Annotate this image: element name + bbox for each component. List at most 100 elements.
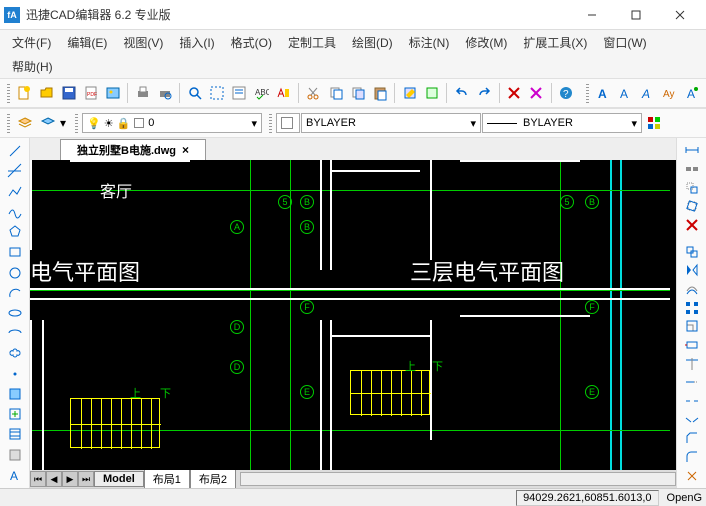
color-combo[interactable] <box>276 113 300 133</box>
pdf-button[interactable]: PDF <box>80 82 101 104</box>
menu-ext[interactable]: 扩展工具(X) <box>517 32 593 53</box>
region-button[interactable] <box>4 446 26 464</box>
print-button[interactable] <box>132 82 153 104</box>
menu-edit[interactable]: 编辑(E) <box>61 32 113 53</box>
text-button[interactable]: A <box>4 466 26 484</box>
maximize-button[interactable] <box>614 0 658 30</box>
print-preview-button[interactable] <box>154 82 175 104</box>
edit2-button[interactable] <box>421 82 442 104</box>
sheet-tab-layout2[interactable]: 布局2 <box>190 469 236 488</box>
edit-button[interactable] <box>399 82 420 104</box>
sheet-tab-layout1[interactable]: 布局1 <box>144 469 190 488</box>
delete-button[interactable] <box>503 82 524 104</box>
paste-button[interactable] <box>369 82 390 104</box>
hscrollbar[interactable] <box>240 472 676 486</box>
rectangle-button[interactable] <box>4 243 26 261</box>
grip-icon[interactable] <box>586 83 589 103</box>
ellipse-button[interactable] <box>4 304 26 322</box>
text-a3-button[interactable]: A <box>637 82 658 104</box>
spline-button[interactable] <box>4 203 26 221</box>
menu-window[interactable]: 窗口(W) <box>597 32 652 53</box>
image-button[interactable] <box>102 82 123 104</box>
minimize-button[interactable] <box>570 0 614 30</box>
sheet-last-button[interactable]: ⏭ <box>78 471 94 487</box>
new-button[interactable] <box>14 82 35 104</box>
layer-manager-button[interactable] <box>14 112 36 134</box>
polygon-button[interactable] <box>4 223 26 241</box>
block-button[interactable] <box>4 385 26 403</box>
spell-button[interactable]: ABC <box>251 82 272 104</box>
sheet-prev-button[interactable]: ◀ <box>46 471 62 487</box>
text-a4-button[interactable]: A <box>681 82 702 104</box>
save-button[interactable] <box>58 82 79 104</box>
attach-button[interactable] <box>681 161 703 178</box>
linetype-combo[interactable]: BYLAYER ▾ <box>301 113 481 133</box>
menu-help[interactable]: 帮助(H) <box>6 56 59 77</box>
xline-button[interactable] <box>4 162 26 180</box>
extend-button[interactable] <box>681 374 703 391</box>
text-a1-button[interactable]: A <box>593 82 614 104</box>
grip-icon[interactable] <box>7 113 10 133</box>
help-button[interactable]: ? <box>556 82 577 104</box>
scale-button[interactable] <box>681 318 703 335</box>
layer-states-button[interactable] <box>37 112 59 134</box>
menu-custom[interactable]: 定制工具 <box>282 32 342 53</box>
cut-button[interactable] <box>303 82 324 104</box>
drawing-canvas[interactable]: A 5 B B 5 B D F F D E E 客厅 电气平面图 三层电气平面图… <box>30 160 676 470</box>
ellipse-arc-button[interactable] <box>4 324 26 342</box>
sheet-first-button[interactable]: ⏮ <box>30 471 46 487</box>
join-button[interactable] <box>681 411 703 428</box>
move-button[interactable] <box>681 179 703 196</box>
line-button[interactable] <box>4 142 26 160</box>
menu-modify[interactable]: 修改(M) <box>459 32 513 53</box>
fillet-button[interactable] <box>681 449 703 466</box>
trim-button[interactable] <box>681 355 703 372</box>
redo-button[interactable] <box>473 82 494 104</box>
rotate-button[interactable] <box>681 198 703 215</box>
menu-dim[interactable]: 标注(N) <box>403 32 456 53</box>
open-button[interactable] <box>36 82 57 104</box>
sheet-tab-model[interactable]: Model <box>94 471 144 487</box>
break-button[interactable] <box>681 393 703 410</box>
close-button[interactable] <box>658 0 702 30</box>
undo-button[interactable] <box>451 82 472 104</box>
properties-button[interactable] <box>229 82 250 104</box>
lineweight-combo[interactable]: BYLAYER ▾ <box>482 113 642 133</box>
sheet-next-button[interactable]: ▶ <box>62 471 78 487</box>
stretch-button[interactable] <box>681 337 703 354</box>
menu-format[interactable]: 格式(O) <box>225 32 278 53</box>
select-all-button[interactable] <box>207 82 228 104</box>
grip-icon[interactable] <box>269 113 272 133</box>
copy-base-button[interactable] <box>347 82 368 104</box>
document-tab[interactable]: 独立别墅B电施.dwg × <box>60 139 206 160</box>
layer-combo[interactable]: 💡 ☀ 🔒 0 ▾ <box>82 113 262 133</box>
hatch-button[interactable] <box>4 425 26 443</box>
color-picker-button[interactable] <box>643 112 665 134</box>
find-button[interactable] <box>184 82 205 104</box>
array-button[interactable] <box>681 299 703 316</box>
distance-button[interactable] <box>681 142 703 159</box>
erase-button[interactable] <box>681 217 703 234</box>
tab-close-button[interactable]: × <box>182 143 189 157</box>
circle-button[interactable] <box>4 263 26 281</box>
menu-view[interactable]: 视图(V) <box>117 32 169 53</box>
arrow-down-icon[interactable]: ▾ <box>60 116 68 130</box>
copy-button[interactable] <box>325 82 346 104</box>
grip-icon[interactable] <box>75 113 78 133</box>
text-style-button[interactable]: Ay <box>659 82 680 104</box>
revcloud-button[interactable] <box>4 344 26 362</box>
chamfer-button[interactable] <box>681 430 703 447</box>
polyline-button[interactable] <box>4 182 26 200</box>
purge-button[interactable] <box>526 82 547 104</box>
offset-button[interactable] <box>681 281 703 298</box>
text-a2-button[interactable]: A <box>615 82 636 104</box>
menu-draw[interactable]: 绘图(D) <box>346 32 399 53</box>
copy-modify-button[interactable] <box>681 243 703 260</box>
mirror-button[interactable] <box>681 262 703 279</box>
insert-button[interactable] <box>4 405 26 423</box>
arc-button[interactable] <box>4 284 26 302</box>
grip-icon[interactable] <box>7 83 10 103</box>
point-button[interactable] <box>4 365 26 383</box>
explode-button[interactable] <box>681 467 703 484</box>
match-button[interactable] <box>273 82 294 104</box>
